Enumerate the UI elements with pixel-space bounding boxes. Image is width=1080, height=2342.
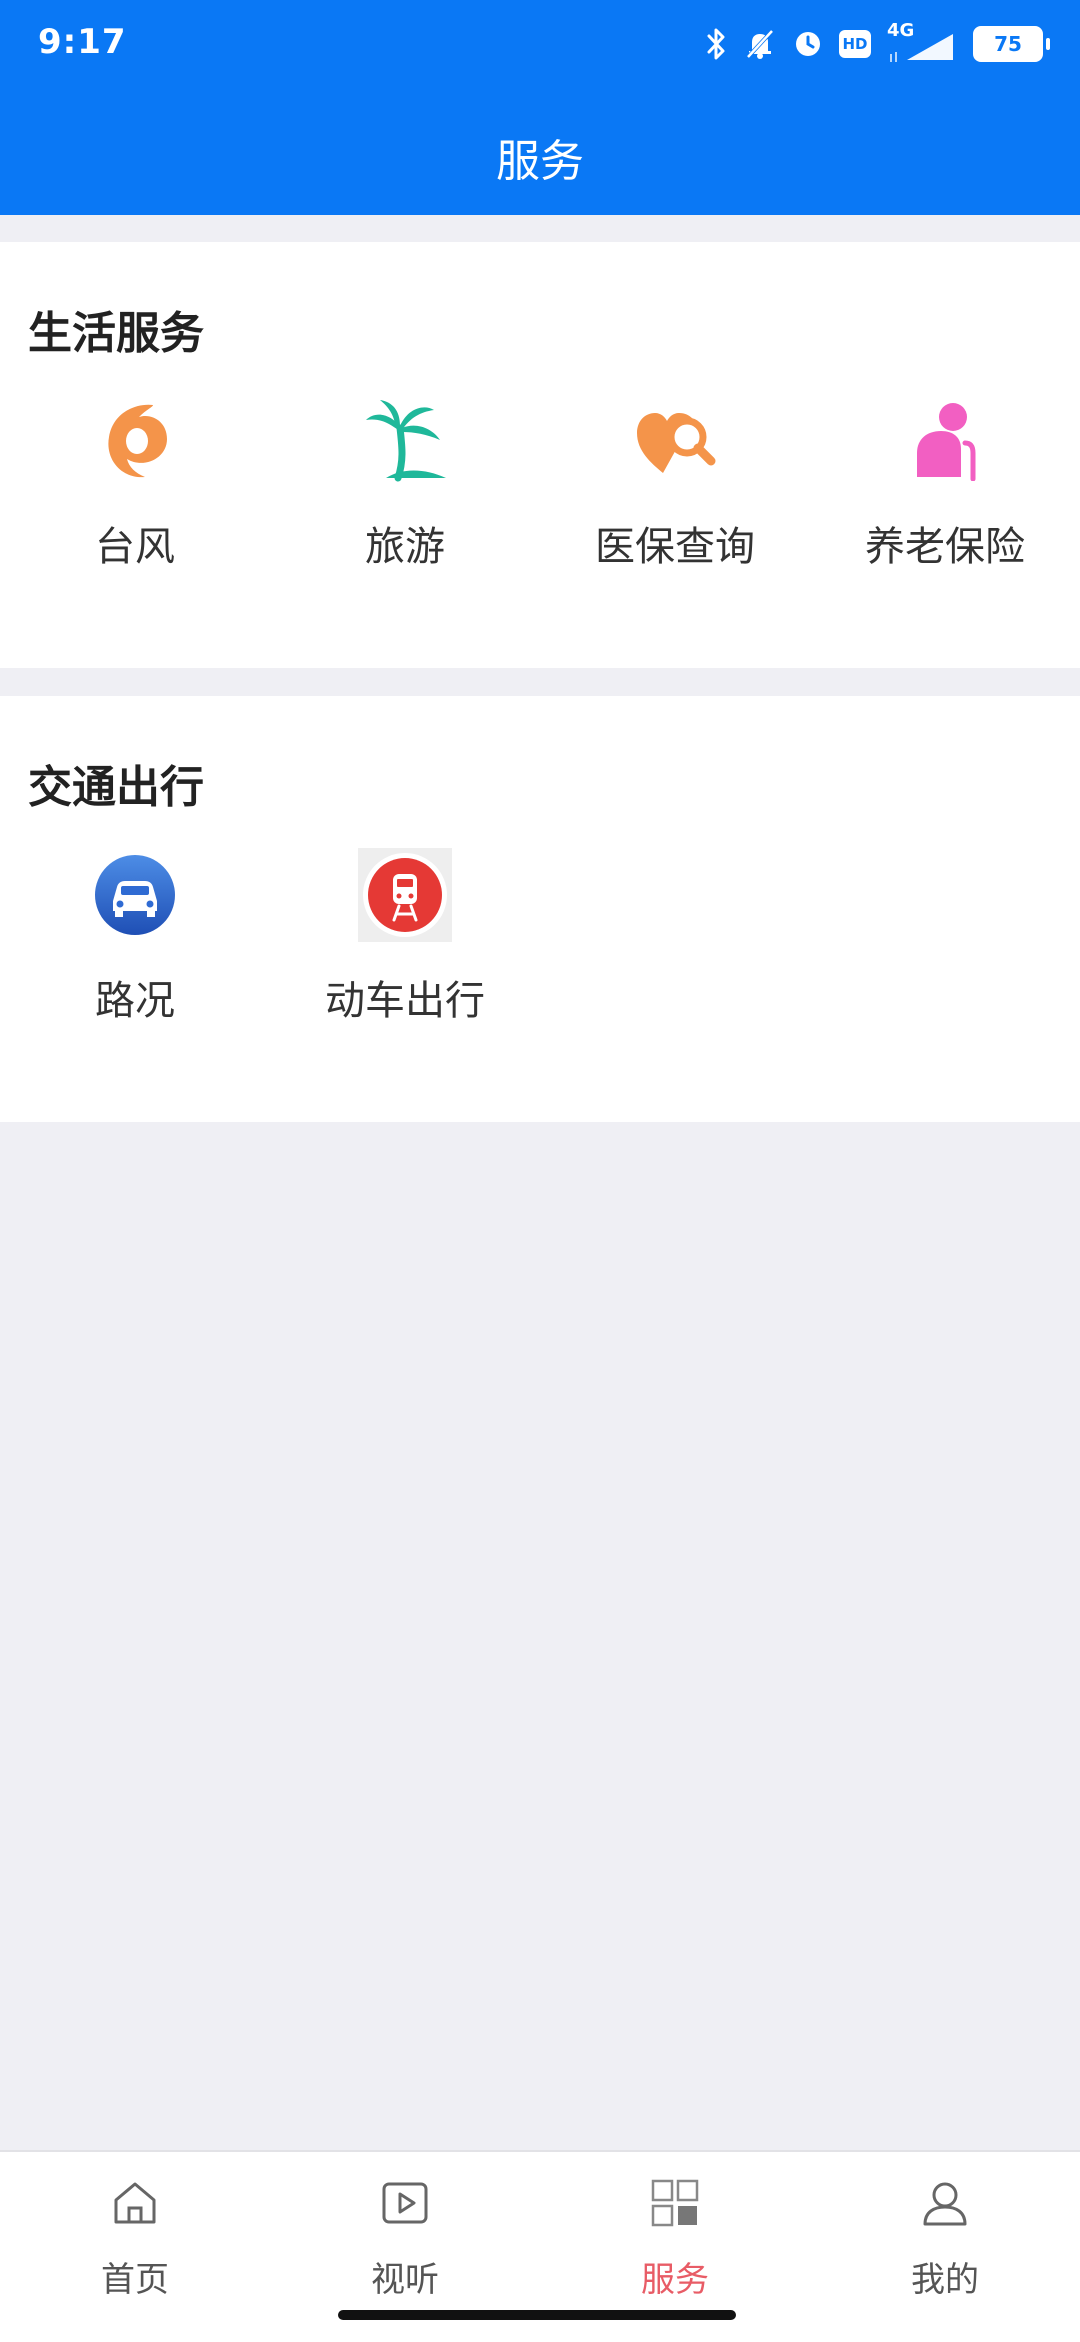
battery-level: 75 [973,26,1043,62]
service-label: 路况 [95,978,175,1024]
page-title: 服务 [496,136,584,187]
battery-cap [1046,38,1050,50]
nav-item-home[interactable]: 首页 [0,2170,270,2300]
section-title: 交通出行 [28,762,204,813]
service-grid: 台风 旅游 医保查询 养老保险 [0,392,1080,612]
home-icon [114,2182,156,2224]
service-label: 旅游 [365,524,445,570]
nav-label: 我的 [911,2260,979,2300]
service-label: 动车出行 [325,978,485,1024]
medical-insurance-search-icon [626,392,724,490]
service-item-medical-insurance[interactable]: 医保查询 [540,392,810,612]
service-item-pension-insurance[interactable]: 养老保险 [810,392,1080,612]
nav-item-profile[interactable]: 我的 [810,2170,1080,2300]
app-header: 9:17 HD 4G 75 服务 [0,0,1080,215]
section-transportation: 交通出行 路况 动车出行 [0,696,1080,1122]
services-grid-icon [651,2179,699,2227]
service-label: 医保查询 [595,524,755,570]
bluetooth-icon [707,28,725,60]
play-icon [382,2182,428,2224]
section-title: 生活服务 [28,308,204,359]
alarm-icon [796,32,820,56]
train-icon [356,846,454,944]
nav-item-services[interactable]: 服务 [540,2170,810,2300]
cellular-signal: 4G [887,20,957,64]
service-item-high-speed-train[interactable]: 动车出行 [270,846,540,1066]
nav-label: 服务 [641,2260,709,2300]
status-time: 9:17 [38,22,127,62]
status-icons: HD 4G 75 [705,20,1050,66]
service-item-travel[interactable]: 旅游 [270,392,540,612]
hd-badge: HD [839,30,871,58]
typhoon-icon [86,392,184,490]
service-grid: 路况 动车出行 [0,846,1080,1066]
nav-label: 首页 [101,2260,169,2300]
battery-indicator: 75 [973,26,1050,62]
service-item-road-conditions[interactable]: 路况 [0,846,270,1066]
elderly-person-icon [896,392,994,490]
nav-item-media[interactable]: 视听 [270,2170,540,2300]
car-icon [86,846,184,944]
section-life-services: 生活服务 台风 旅游 医保查询 养老保险 [0,242,1080,668]
service-label: 台风 [95,524,175,570]
nav-label: 视听 [371,2260,439,2300]
mute-bell-icon [746,29,774,59]
service-item-typhoon[interactable]: 台风 [0,392,270,612]
user-icon [923,2182,967,2226]
service-label: 养老保险 [865,524,1025,570]
home-indicator[interactable] [338,2310,736,2320]
palm-tree-icon [356,392,454,490]
status-bar: 9:17 HD 4G 75 [0,0,1080,90]
signal-bars-icon [890,34,953,62]
